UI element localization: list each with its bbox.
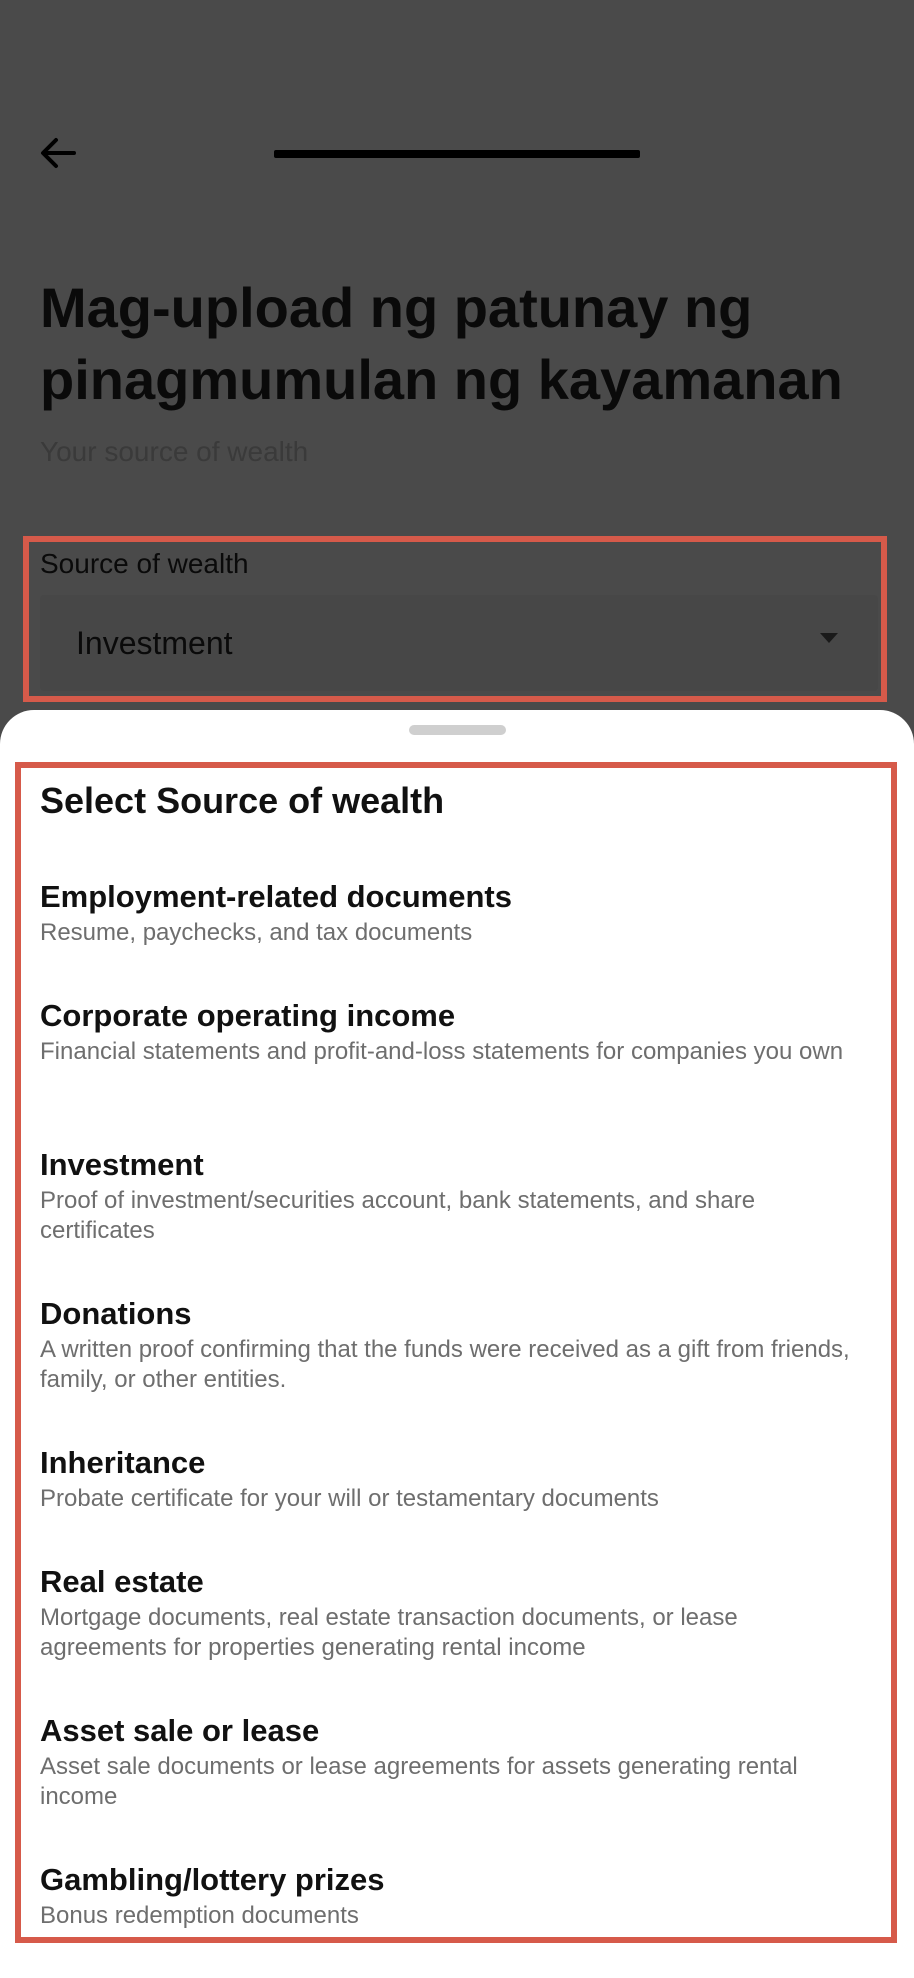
option-description: Asset sale documents or lease agreements… <box>40 1753 798 1810</box>
progress-bar <box>274 150 640 158</box>
option-title: Real estate <box>40 1564 204 1599</box>
option-description: Financial statements and profit-and-loss… <box>40 1038 844 1065</box>
option-gambling[interactable]: Gambling/lottery prizes Bonus redemption… <box>40 1861 870 1931</box>
caret-down-icon <box>820 633 838 643</box>
top-bar <box>0 0 914 310</box>
option-inheritance[interactable]: Inheritance Probate certificate for your… <box>40 1444 870 1514</box>
option-description: Bonus redemption documents <box>40 1902 359 1929</box>
option-donations[interactable]: Donations A written proof confirming tha… <box>40 1295 870 1395</box>
option-description: A written proof confirming that the fund… <box>40 1336 850 1393</box>
back-button[interactable] <box>34 128 84 178</box>
option-title: Investment <box>40 1147 204 1182</box>
source-of-wealth-select[interactable]: Investment <box>40 595 878 691</box>
page-title: Mag-upload ng patunay ng pinagmumulan ng… <box>40 276 843 411</box>
option-title: Inheritance <box>40 1445 206 1480</box>
option-real-estate[interactable]: Real estate Mortgage documents, real est… <box>40 1563 870 1663</box>
sheet-drag-handle[interactable] <box>409 725 506 735</box>
option-title: Asset sale or lease <box>40 1713 320 1748</box>
page-subtitle: Your source of wealth <box>40 436 309 467</box>
option-description: Proof of investment/securities account, … <box>40 1187 756 1244</box>
option-description: Resume, paychecks, and tax documents <box>40 919 473 946</box>
option-asset-sale[interactable]: Asset sale or lease Asset sale documents… <box>40 1712 870 1812</box>
option-title: Gambling/lottery prizes <box>40 1862 385 1897</box>
bottom-sheet: Select Source of wealth Employment-relat… <box>0 710 914 1978</box>
option-description: Probate certificate for your will or tes… <box>40 1485 659 1512</box>
option-investment[interactable]: Investment Proof of investment/securitie… <box>40 1146 870 1246</box>
option-corporate-income[interactable]: Corporate operating income Financial sta… <box>40 997 870 1067</box>
select-value: Investment <box>76 625 233 661</box>
sheet-title: Select Source of wealth <box>40 780 445 821</box>
option-title: Employment-related documents <box>40 879 512 914</box>
arrow-left-icon <box>41 138 76 168</box>
field-label: Source of wealth <box>40 548 249 579</box>
option-title: Corporate operating income <box>40 998 456 1033</box>
option-title: Donations <box>40 1296 192 1331</box>
option-description: Mortgage documents, real estate transact… <box>40 1604 738 1661</box>
option-employment[interactable]: Employment-related documents Resume, pay… <box>40 878 870 948</box>
